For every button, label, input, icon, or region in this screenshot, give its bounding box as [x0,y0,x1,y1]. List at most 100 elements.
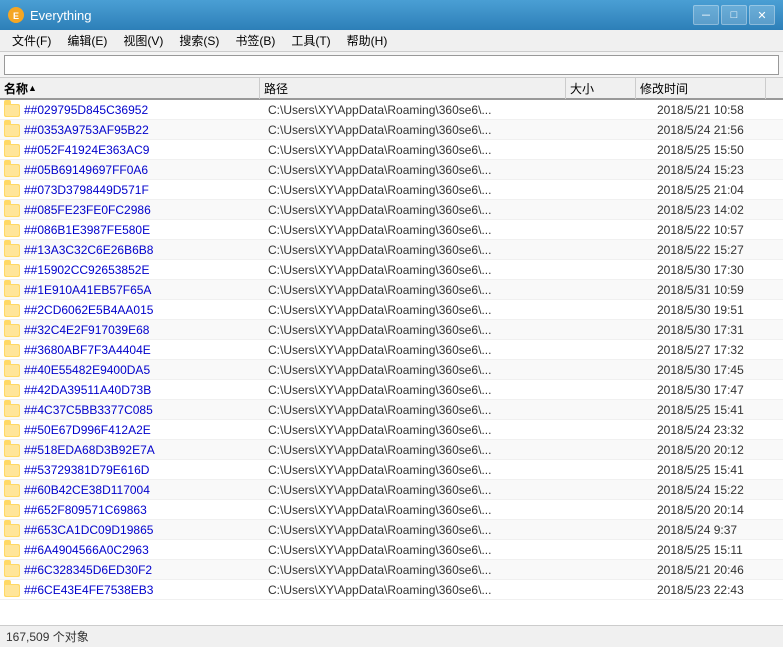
file-modified: 2018/5/24 15:22 [653,483,783,497]
folder-icon-container [4,441,22,459]
table-row[interactable]: ##6A4904566A0C2963 C:\Users\XY\AppData\R… [0,540,783,560]
file-modified: 2018/5/22 10:57 [653,223,783,237]
table-row[interactable]: ##40E55482E9400DA5 C:\Users\XY\AppData\R… [0,360,783,380]
file-name: ##13A3C32C6E26B6B8 [24,243,264,257]
table-row[interactable]: ##086B1E3987FE580E C:\Users\XY\AppData\R… [0,220,783,240]
file-path: C:\Users\XY\AppData\Roaming\360se6\... [264,423,583,437]
menu-item-edit[interactable]: 编辑(E) [59,31,115,51]
file-path: C:\Users\XY\AppData\Roaming\360se6\... [264,383,583,397]
folder-icon-container [4,481,22,499]
file-name: ##05B69149697FF0A6 [24,163,264,177]
folder-icon-container [4,221,22,239]
file-path: C:\Users\XY\AppData\Roaming\360se6\... [264,123,583,137]
table-row[interactable]: ##3680ABF7F3A4404E C:\Users\XY\AppData\R… [0,340,783,360]
file-modified: 2018/5/25 15:50 [653,143,783,157]
search-input[interactable] [4,55,779,75]
file-path: C:\Users\XY\AppData\Roaming\360se6\... [264,583,583,597]
table-row[interactable]: ##4C37C5BB3377C085 C:\Users\XY\AppData\R… [0,400,783,420]
folder-icon-container [4,401,22,419]
menu-item-view[interactable]: 视图(V) [115,31,171,51]
file-name: ##029795D845C36952 [24,103,264,117]
menu-item-bookmark[interactable]: 书签(B) [227,31,283,51]
table-row[interactable]: ##6C328345D6ED30F2 C:\Users\XY\AppData\R… [0,560,783,580]
file-name: ##32C4E2F917039E68 [24,323,264,337]
file-name: ##42DA39511A40D73B [24,383,264,397]
file-name: ##086B1E3987FE580E [24,223,264,237]
folder-icon-container [4,281,22,299]
table-row[interactable]: ##05B69149697FF0A6 C:\Users\XY\AppData\R… [0,160,783,180]
folder-icon-container [4,561,22,579]
menu-bar: 文件(F)编辑(E)视图(V)搜索(S)书签(B)工具(T)帮助(H) [0,30,783,52]
table-row[interactable]: ##073D3798449D571F C:\Users\XY\AppData\R… [0,180,783,200]
file-path: C:\Users\XY\AppData\Roaming\360se6\... [264,223,583,237]
status-text: 167,509 个对象 [6,628,89,645]
table-row[interactable]: ##15902CC92653852E C:\Users\XY\AppData\R… [0,260,783,280]
table-row[interactable]: ##2CD6062E5B4AA015 C:\Users\XY\AppData\R… [0,300,783,320]
table-row[interactable]: ##652F809571C69863 C:\Users\XY\AppData\R… [0,500,783,520]
file-name: ##6C328345D6ED30F2 [24,563,264,577]
file-path: C:\Users\XY\AppData\Roaming\360se6\... [264,443,583,457]
file-modified: 2018/5/23 22:43 [653,583,783,597]
file-modified: 2018/5/27 17:32 [653,343,783,357]
table-row[interactable]: ##085FE23FE0FC2986 C:\Users\XY\AppData\R… [0,200,783,220]
maximize-button[interactable]: □ [721,5,747,25]
file-modified: 2018/5/30 17:31 [653,323,783,337]
file-modified: 2018/5/24 21:56 [653,123,783,137]
table-row[interactable]: ##0353A9753AF95B22 C:\Users\XY\AppData\R… [0,120,783,140]
col-header-name[interactable]: 名称 [0,77,260,99]
file-path: C:\Users\XY\AppData\Roaming\360se6\... [264,323,583,337]
file-name: ##073D3798449D571F [24,183,264,197]
file-name: ##6A4904566A0C2963 [24,543,264,557]
file-name: ##1E910A41EB57F65A [24,283,264,297]
folder-icon-container [4,181,22,199]
file-name: ##3680ABF7F3A4404E [24,343,264,357]
table-row[interactable]: ##60B42CE38D117004 C:\Users\XY\AppData\R… [0,480,783,500]
col-header-path[interactable]: 路径 [260,77,566,99]
file-modified: 2018/5/24 23:32 [653,423,783,437]
folder-icon-container [4,141,22,159]
table-row[interactable]: ##653CA1DC09D19865 C:\Users\XY\AppData\R… [0,520,783,540]
file-name: ##50E67D996F412A2E [24,423,264,437]
menu-item-file[interactable]: 文件(F) [4,31,59,51]
file-path: C:\Users\XY\AppData\Roaming\360se6\... [264,543,583,557]
table-row[interactable]: ##1E910A41EB57F65A C:\Users\XY\AppData\R… [0,280,783,300]
menu-item-search[interactable]: 搜索(S) [171,31,227,51]
table-row[interactable]: ##53729381D79E616D C:\Users\XY\AppData\R… [0,460,783,480]
table-row[interactable]: ##029795D845C36952 C:\Users\XY\AppData\R… [0,100,783,120]
menu-item-tools[interactable]: 工具(T) [283,31,338,51]
file-modified: 2018/5/25 21:04 [653,183,783,197]
file-name: ##60B42CE38D117004 [24,483,264,497]
file-modified: 2018/5/21 20:46 [653,563,783,577]
title-bar: E Everything － □ ✕ [0,0,783,30]
file-modified: 2018/5/20 20:14 [653,503,783,517]
file-modified: 2018/5/31 10:59 [653,283,783,297]
file-modified: 2018/5/30 17:47 [653,383,783,397]
menu-item-help[interactable]: 帮助(H) [339,31,396,51]
file-path: C:\Users\XY\AppData\Roaming\360se6\... [264,483,583,497]
folder-icon-container [4,201,22,219]
file-name: ##652F809571C69863 [24,503,264,517]
folder-icon-container [4,381,22,399]
table-row[interactable]: ##518EDA68D3B92E7A C:\Users\XY\AppData\R… [0,440,783,460]
table-row[interactable]: ##50E67D996F412A2E C:\Users\XY\AppData\R… [0,420,783,440]
minimize-button[interactable]: － [693,5,719,25]
table-row[interactable]: ##13A3C32C6E26B6B8 C:\Users\XY\AppData\R… [0,240,783,260]
folder-icon-container [4,301,22,319]
table-row[interactable]: ##052F41924E363AC9 C:\Users\XY\AppData\R… [0,140,783,160]
col-header-size[interactable]: 大小 [566,77,636,99]
table-row[interactable]: ##42DA39511A40D73B C:\Users\XY\AppData\R… [0,380,783,400]
close-button[interactable]: ✕ [749,5,775,25]
folder-icon-container [4,461,22,479]
col-header-modified[interactable]: 修改时间 [636,77,766,99]
file-modified: 2018/5/25 15:41 [653,403,783,417]
file-path: C:\Users\XY\AppData\Roaming\360se6\... [264,363,583,377]
table-row[interactable]: ##6CE43E4FE7538EB3 C:\Users\XY\AppData\R… [0,580,783,600]
folder-icon-container [4,541,22,559]
folder-icon-container [4,321,22,339]
file-list[interactable]: ##029795D845C36952 C:\Users\XY\AppData\R… [0,100,783,625]
window-controls: － □ ✕ [693,5,775,25]
file-modified: 2018/5/20 20:12 [653,443,783,457]
status-bar: 167,509 个对象 [0,625,783,647]
table-row[interactable]: ##32C4E2F917039E68 C:\Users\XY\AppData\R… [0,320,783,340]
file-path: C:\Users\XY\AppData\Roaming\360se6\... [264,203,583,217]
